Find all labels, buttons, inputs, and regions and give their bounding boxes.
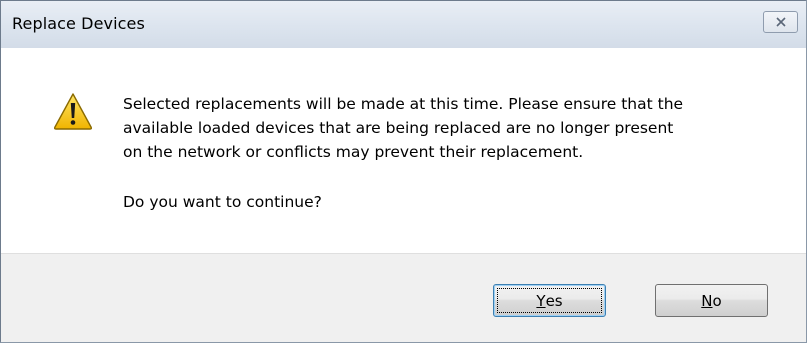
title-bar[interactable]: Replace Devices <box>1 1 806 48</box>
close-icon <box>775 17 786 27</box>
message-line: Selected replacements will be made at th… <box>123 95 684 113</box>
yes-button[interactable]: Yes <box>493 284 606 317</box>
question-text: Do you want to continue? <box>123 193 322 211</box>
yes-mnemonic: Y <box>536 291 546 310</box>
warning-icon <box>53 93 93 130</box>
yes-label-rest: es <box>545 291 563 310</box>
button-bar: Yes No <box>1 253 806 342</box>
dialog-content: Selected replacements will be made at th… <box>1 48 806 253</box>
close-button[interactable] <box>763 11 798 33</box>
replace-devices-dialog: Replace Devices Selected replacements wi… <box>0 0 807 343</box>
no-mnemonic: N <box>701 291 713 310</box>
message-text: Selected replacements will be made at th… <box>123 92 793 164</box>
message-line: available loaded devices that are being … <box>123 119 674 137</box>
message-line: on the network or conflicts may prevent … <box>123 143 584 161</box>
window-title: Replace Devices <box>12 14 145 33</box>
no-label-rest: o <box>712 291 722 310</box>
no-button[interactable]: No <box>655 284 768 317</box>
